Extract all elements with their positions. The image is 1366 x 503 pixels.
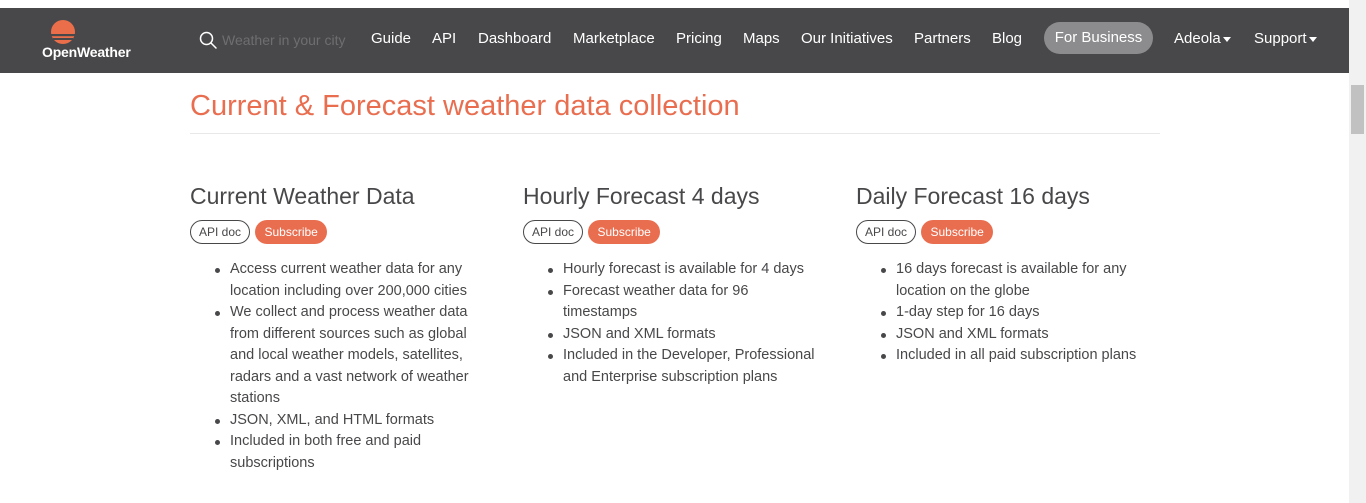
support-menu-label: Support	[1254, 30, 1307, 47]
feature-list: 16 days forecast is available for any lo…	[856, 259, 1156, 367]
top-strip	[0, 0, 1349, 8]
product-hourly-forecast: Hourly Forecast 4 days API doc Subscribe…	[523, 181, 823, 388]
product-daily-forecast: Daily Forecast 16 days API doc Subscribe…	[856, 181, 1156, 367]
nav-our-initiatives[interactable]: Our Initiatives	[801, 29, 893, 49]
nav-blog[interactable]: Blog	[992, 29, 1022, 49]
subscribe-button[interactable]: Subscribe	[588, 220, 660, 244]
product-title: Daily Forecast 16 days	[856, 183, 1090, 209]
nav-maps[interactable]: Maps	[743, 29, 780, 49]
city-search	[198, 28, 358, 52]
nav-api[interactable]: API	[432, 29, 456, 49]
caret-down-icon	[1222, 36, 1231, 42]
scrollbar-thumb[interactable]	[1351, 85, 1364, 134]
support-menu[interactable]: Support	[1254, 29, 1317, 49]
product-title: Hourly Forecast 4 days	[523, 183, 760, 209]
section-divider	[190, 133, 1160, 134]
list-item: Access current weather data for any loca…	[215, 259, 486, 302]
list-item: Forecast weather data for 96 timestamps	[548, 281, 793, 324]
subscribe-button[interactable]: Subscribe	[921, 220, 993, 244]
nav-dashboard[interactable]: Dashboard	[478, 29, 551, 49]
openweather-sun-logo-icon	[49, 20, 77, 44]
subscribe-button[interactable]: Subscribe	[255, 220, 327, 244]
api-doc-button[interactable]: API doc	[523, 220, 584, 244]
feature-list: Hourly forecast is available for 4 days …	[523, 259, 823, 388]
user-menu-label: Adeola	[1174, 30, 1221, 47]
feature-list: Access current weather data for any loca…	[190, 259, 490, 474]
nav-pricing[interactable]: Pricing	[676, 29, 722, 49]
openweather-logo[interactable]: OpenWeather	[42, 19, 142, 63]
search-icon[interactable]	[198, 30, 218, 50]
logo-text: OpenWeather	[42, 44, 131, 60]
list-item: JSON and XML formats	[548, 324, 819, 346]
list-item: Included in the Developer, Professional …	[548, 345, 829, 388]
page-scrollbar[interactable]	[1349, 0, 1366, 503]
city-search-input[interactable]	[222, 28, 358, 52]
api-doc-button[interactable]: API doc	[190, 220, 251, 244]
caret-down-icon	[1308, 36, 1317, 42]
top-navbar: OpenWeather Guide API Dashboard Marketpl…	[0, 8, 1349, 73]
list-item: JSON and XML formats	[881, 324, 1152, 346]
section-heading: Current & Forecast weather data collecti…	[190, 90, 740, 122]
list-item: 1-day step for 16 days	[881, 302, 1152, 324]
list-item: JSON, XML, and HTML formats	[215, 410, 486, 432]
api-doc-button[interactable]: API doc	[856, 220, 917, 244]
list-item: Hourly forecast is available for 4 days	[548, 259, 819, 281]
list-item: 16 days forecast is available for any lo…	[881, 259, 1146, 302]
nav-guide[interactable]: Guide	[371, 29, 411, 49]
list-item: Included in all paid subscription plans	[881, 345, 1166, 367]
product-actions: API doc Subscribe	[856, 220, 1156, 244]
product-actions: API doc Subscribe	[523, 220, 823, 244]
nav-marketplace[interactable]: Marketplace	[573, 29, 655, 49]
product-current-weather: Current Weather Data API doc Subscribe A…	[190, 181, 490, 474]
list-item: Included in both free and paid subscript…	[215, 431, 486, 474]
nav-partners[interactable]: Partners	[914, 29, 971, 49]
list-item: We collect and process weather data from…	[215, 302, 486, 410]
product-title: Current Weather Data	[190, 183, 415, 209]
for-business-button[interactable]: For Business	[1044, 22, 1153, 54]
product-actions: API doc Subscribe	[190, 220, 490, 244]
user-menu[interactable]: Adeola	[1174, 29, 1231, 49]
